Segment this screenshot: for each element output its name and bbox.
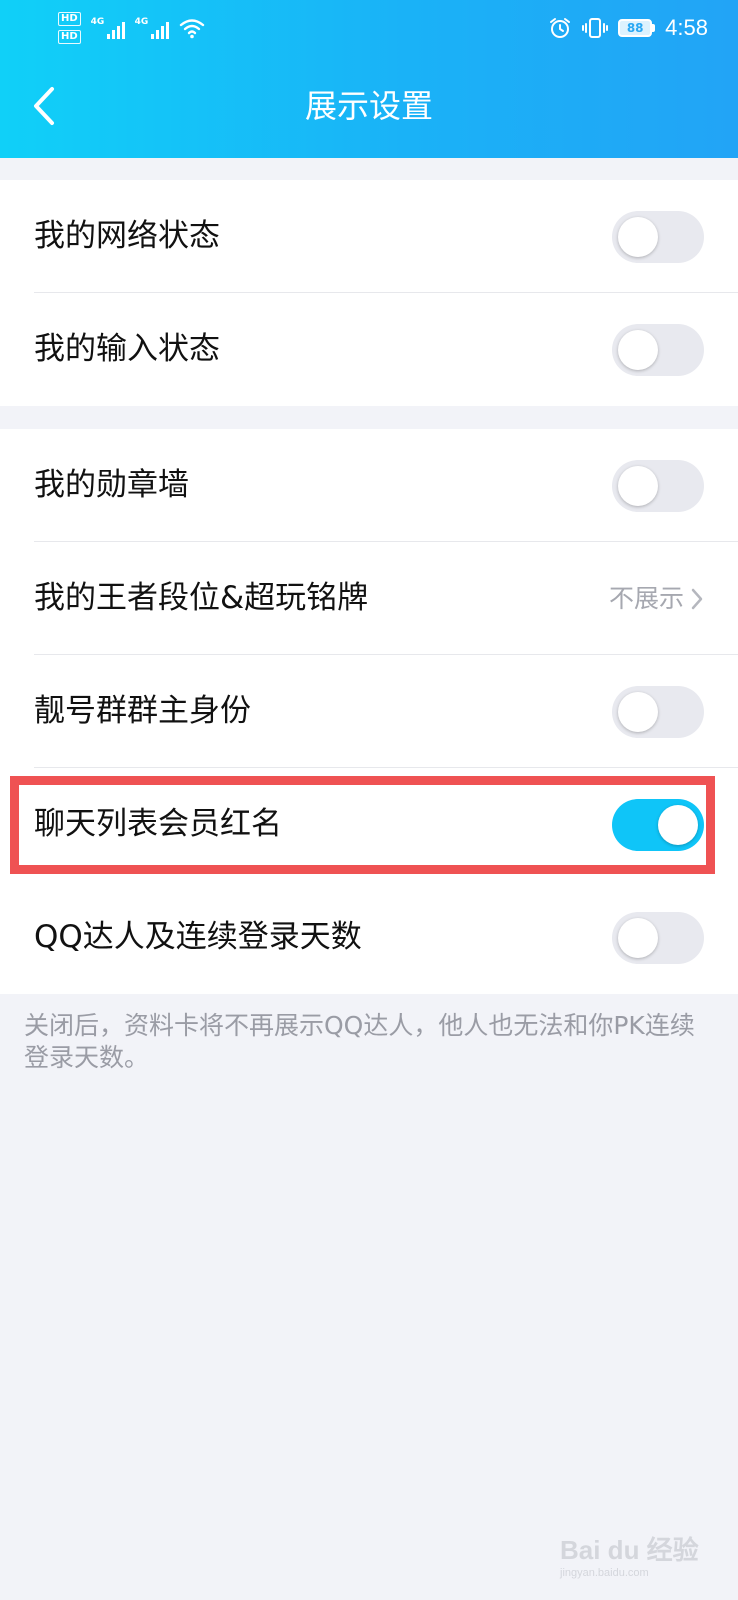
footnote-text: 关闭后，资料卡将不再展示QQ达人，他人也无法和你PK连续登录天数。 <box>24 1011 695 1072</box>
page-title: 展示设置 <box>304 87 433 125</box>
setting-input-status: 我的输入状态 <box>0 293 738 406</box>
setting-member-red-name: 聊天列表会员红名 <box>0 768 738 881</box>
member-red-name-toggle[interactable] <box>612 799 704 851</box>
qq-master-toggle[interactable] <box>612 912 704 964</box>
signal-icon: 4G <box>91 17 125 39</box>
status-bar: HD HD 4G 4G 88 4:58 <box>0 0 738 56</box>
setting-network-status: 我的网络状态 <box>0 180 738 293</box>
network-type: 4G <box>90 17 105 27</box>
settings-group-status: 我的网络状态 我的输入状态 <box>0 180 738 406</box>
baidu-watermark: Bai du 经验 jingyan.baidu.com <box>560 1530 699 1579</box>
hd-indicators: HD HD <box>58 12 81 44</box>
rank-value[interactable]: 不展示 <box>609 542 704 655</box>
medal-wall-toggle[interactable] <box>612 460 704 512</box>
battery-icon: 88 <box>618 19 656 37</box>
setting-label: 我的王者段位&超玩铭牌 <box>34 580 369 616</box>
status-right: 88 4:58 <box>548 10 708 46</box>
setting-qq-master: QQ达人及连续登录天数 <box>0 881 738 994</box>
setting-label: 我的网络状态 <box>34 218 220 254</box>
header-bar: HD HD 4G 4G 88 4:58 展示设置 <box>0 0 738 158</box>
rank-value-text: 不展示 <box>608 584 684 613</box>
hd-badge: HD <box>58 12 81 26</box>
settings-group-display: 我的勋章墙 我的王者段位&超玩铭牌 不展示 靓号群群主身份 聊天列表会员红名 Q… <box>0 429 738 994</box>
chevron-right-icon <box>691 588 703 609</box>
status-left: HD HD 4G 4G <box>58 8 205 48</box>
watermark-url: jingyan.baidu.com <box>560 1567 649 1579</box>
vip-group-owner-toggle[interactable] <box>612 686 704 738</box>
setting-medal-wall: 我的勋章墙 <box>0 429 738 542</box>
battery-level: 88 <box>618 19 653 37</box>
network-status-toggle[interactable] <box>612 211 704 263</box>
alarm-icon <box>550 18 571 38</box>
network-type: 4G <box>134 17 149 27</box>
setting-label: QQ达人及连续登录天数 <box>34 919 362 955</box>
setting-honor-of-kings-rank[interactable]: 我的王者段位&超玩铭牌 不展示 <box>0 542 738 655</box>
watermark-brand: Bai du 经验 <box>560 1535 699 1565</box>
setting-label: 我的输入状态 <box>34 331 220 367</box>
setting-vip-group-owner: 靓号群群主身份 <box>0 655 738 768</box>
setting-label: 我的勋章墙 <box>34 467 189 503</box>
hd-badge: HD <box>58 30 81 44</box>
clock: 4:58 <box>665 15 708 40</box>
signal-icon: 4G <box>135 17 169 39</box>
vibrate-icon <box>582 18 609 38</box>
setting-label: 聊天列表会员红名 <box>34 806 282 842</box>
wifi-icon <box>179 19 204 39</box>
setting-label: 靓号群群主身份 <box>34 693 251 729</box>
input-status-toggle[interactable] <box>612 324 704 376</box>
